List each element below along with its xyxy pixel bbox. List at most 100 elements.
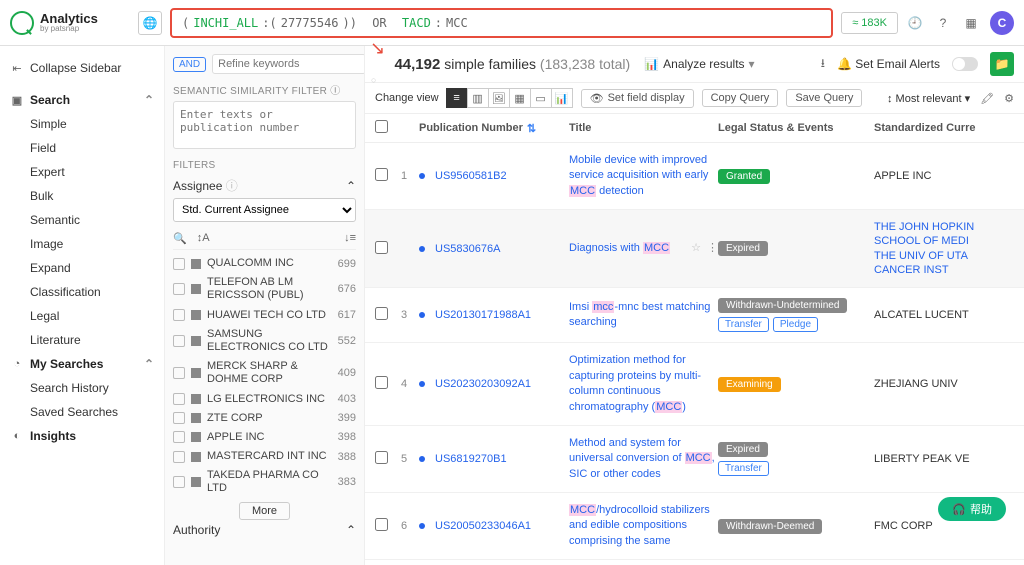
view-cards-button[interactable]: ▥ [467,88,489,108]
view-detail-button[interactable]: ▭ [530,88,552,108]
table-row[interactable]: 6US20050233046A1MCC/hydrocolloid stabili… [365,493,1024,560]
table-row[interactable]: US5830676ADiagnosis with MCC☆⋮ExpiredTHE… [365,210,1024,288]
view-list-button[interactable]: ≡ [446,88,468,108]
toggle-switch[interactable] [952,57,978,71]
export-icon[interactable]: ⭳ [821,54,825,75]
help-pill[interactable]: 🎧 帮助 [938,497,1006,521]
publication-link[interactable]: US20230203092A1 [435,378,531,390]
title-link[interactable]: Optimization method for capturing protei… [569,354,701,412]
checkbox[interactable] [173,393,185,405]
assignee-item[interactable]: LG ELECTRONICS INC403 [173,390,356,409]
sidebar-item-legal[interactable]: Legal [6,304,158,328]
view-images-button[interactable]: 🖼 [488,88,510,108]
search-icon[interactable]: 🔍 [173,232,187,245]
title-link[interactable]: Imsi mcc-mnc best matching searching [569,301,710,328]
assignee-item[interactable]: SAMSUNG ELECTRONICS CO LTD552 [173,325,356,357]
checkbox[interactable] [173,367,185,379]
copy-query-button[interactable]: Copy Query [702,89,779,107]
checkbox[interactable] [173,283,185,295]
checkbox[interactable] [173,451,185,463]
table-row[interactable]: 4US20230203092A1Optimization method for … [365,343,1024,426]
select-all-checkbox[interactable] [375,120,388,133]
globe-icon[interactable]: 🌐 [138,11,162,35]
search-query-input[interactable]: ( INCHI_ALL :(27775546)) OR TACD :MCC [170,8,833,38]
assignee-item[interactable]: HUAWEI TECH CO LTD617 [173,306,356,325]
publication-link[interactable]: US5830676A [435,243,500,255]
result-count-pill[interactable]: ≈ 183K [841,12,898,34]
publication-link[interactable]: US6819270B1 [435,453,507,465]
avatar[interactable]: C [990,11,1014,35]
assignee-link[interactable]: ALCATEL LUCENT [874,308,1014,322]
sort-dropdown[interactable]: ↕ Most relevant ▾ [887,92,970,105]
row-checkbox[interactable] [375,168,388,181]
assignee-item[interactable]: MERCK SHARP & DOHME CORP409 [173,357,356,389]
publication-link[interactable]: US20050233046A1 [435,520,531,532]
title-link[interactable]: Method and system for universal conversi… [569,437,715,480]
checkbox[interactable] [173,258,185,270]
sidebar-section-mysearches[interactable]: ◔ My Searches ⌃ [6,352,158,376]
row-checkbox[interactable] [375,451,388,464]
sidebar-section-insights[interactable]: ◐ Insights [6,424,158,448]
assignee-item[interactable]: APPLE INC398 [173,428,356,447]
sort-icon[interactable]: ⇅ [527,122,536,135]
sort-count-icon[interactable]: ↓≡ [344,232,356,245]
assignee-link[interactable]: LIBERTY PEAK VE [874,452,1014,466]
view-grid-button[interactable]: ▦ [509,88,531,108]
checkbox[interactable] [173,476,185,488]
assignee-item[interactable]: TELEFON AB LM ERICSSON (PUBL)676 [173,273,356,305]
gear-icon[interactable]: ⚙ [1004,92,1014,105]
assignee-link[interactable]: THE JOHN HOPKIN SCHOOL OF MEDI THE UNIV … [874,220,1014,277]
sidebar-item-expert[interactable]: Expert [6,160,158,184]
view-chart-button[interactable]: 📊 [551,88,573,108]
filter-authority-header[interactable]: Authority ⌃ [173,523,356,537]
save-folder-button[interactable]: 📁 [990,52,1014,76]
brand-logo[interactable]: Analytics by patsnap [10,11,130,35]
assignee-link[interactable]: APPLE INC [874,169,1014,183]
col-assignee[interactable]: Standardized Curre [874,122,1014,134]
assignee-item[interactable]: ZTE CORP399 [173,409,356,428]
semantic-filter-input[interactable] [173,101,356,149]
checkbox[interactable] [173,309,185,321]
sidebar-item-classification[interactable]: Classification [6,280,158,304]
filter-assignee-header[interactable]: Assignee ⓘ ⌃ [173,177,356,194]
title-link[interactable]: Mobile device with improved service acqu… [569,154,708,197]
row-checkbox[interactable] [375,376,388,389]
assignee-link[interactable]: ZHEJIANG UNIV [874,377,1014,391]
col-status[interactable]: Legal Status & Events [718,122,874,134]
assignee-item[interactable]: MASTERCARD INT INC388 [173,447,356,466]
more-icon[interactable]: ⋮ [707,242,718,254]
assignee-category-select[interactable]: Std. Current Assignee [173,198,356,222]
table-row[interactable]: 3US20130171988A1Imsi mcc-mnc best matchi… [365,288,1024,343]
more-button[interactable]: More [239,502,290,520]
set-field-display-button[interactable]: 👁 Set field display [581,89,694,108]
collapse-sidebar-button[interactable]: ⇤ Collapse Sidebar [6,56,158,80]
sidebar-item-simple[interactable]: Simple [6,112,158,136]
table-row[interactable]: 5US6819270B1Method and system for univer… [365,426,1024,493]
sidebar-item-literature[interactable]: Literature [6,328,158,352]
info-icon[interactable]: ⓘ [330,86,340,97]
help-icon[interactable]: ? [934,14,952,32]
sidebar-item-saved-searches[interactable]: Saved Searches [6,400,158,424]
title-link[interactable]: MCC/hydrocolloid stabilizers and edible … [569,504,710,547]
sidebar-section-search[interactable]: ▣ Search ⌃ [6,88,158,112]
sidebar-item-field[interactable]: Field [6,136,158,160]
sidebar-item-semantic[interactable]: Semantic [6,208,158,232]
sidebar-item-search-history[interactable]: Search History [6,376,158,400]
checkbox[interactable] [173,412,185,424]
sidebar-item-expand[interactable]: Expand [6,256,158,280]
sidebar-item-bulk[interactable]: Bulk [6,184,158,208]
publication-link[interactable]: US20130171988A1 [435,309,531,321]
publication-link[interactable]: US9560581B2 [435,170,507,182]
refine-keywords-input[interactable] [212,54,365,74]
row-checkbox[interactable] [375,307,388,320]
and-operator-pill[interactable]: AND [173,57,206,72]
sidebar-item-image[interactable]: Image [6,232,158,256]
highlight-icon[interactable]: 🖍 [980,92,994,105]
clock-icon[interactable]: 🕘 [906,14,924,32]
table-row[interactable]: 1US9560581B2Mobile device with improved … [365,143,1024,210]
assignee-link[interactable]: FMC CORP [874,519,1014,533]
row-checkbox[interactable] [375,241,388,254]
col-publication[interactable]: Publication Number [419,122,523,134]
set-email-alerts-button[interactable]: 🔔 Set Email Alerts [837,57,940,71]
checkbox-corner[interactable]: ○ [371,75,376,85]
